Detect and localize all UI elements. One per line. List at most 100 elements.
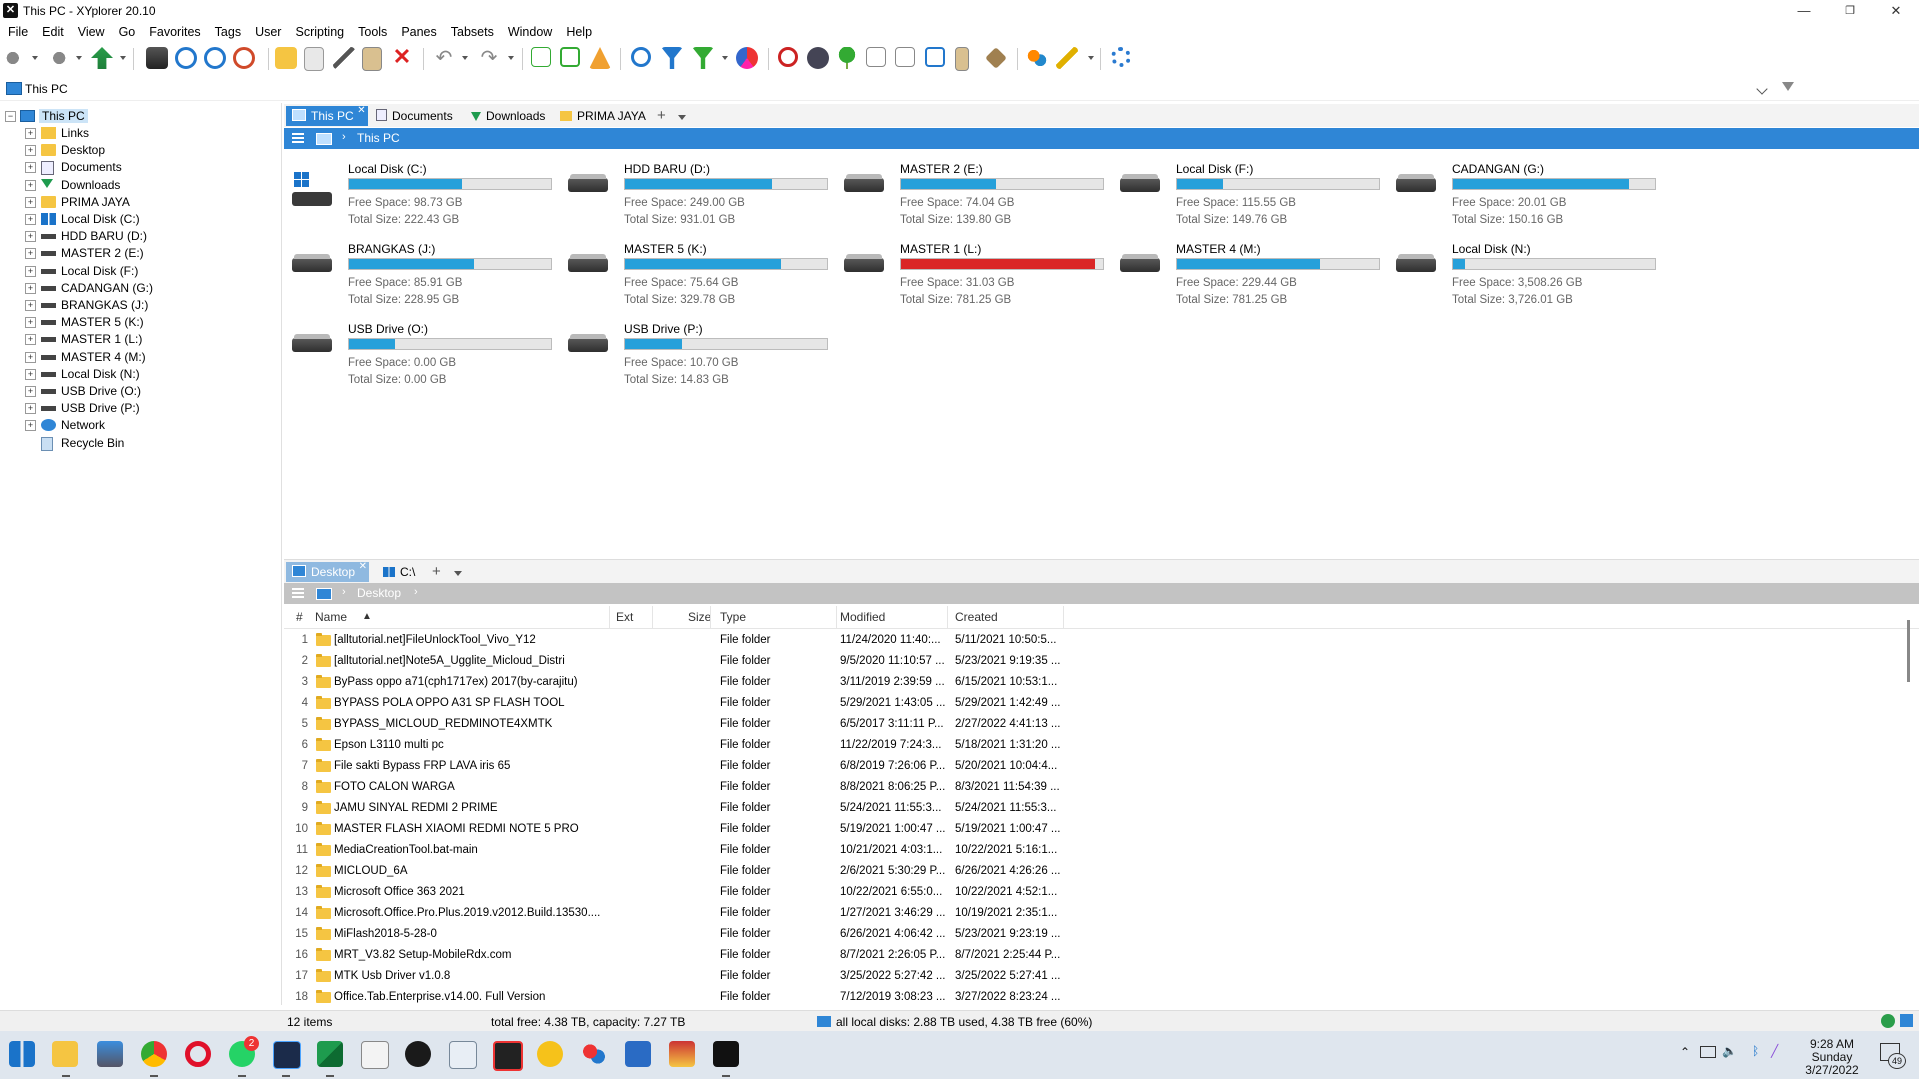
menu-tabsets[interactable]: Tabsets bbox=[443, 22, 500, 39]
network-app-icon[interactable] bbox=[97, 1041, 123, 1067]
table-row[interactable]: 12 MICLOUD_6A File folder 2/6/2021 5:30:29 … bbox=[284, 861, 1064, 882]
menu-tools[interactable]: Tools bbox=[350, 22, 393, 39]
expand-icon[interactable]: + bbox=[25, 386, 36, 397]
opera-icon[interactable] bbox=[185, 1041, 211, 1067]
notes-icon[interactable] bbox=[625, 1041, 651, 1067]
drive-tile[interactable]: HDD BARU (D:) Free Space: 249.00 GB Total … bbox=[560, 154, 830, 226]
expand-icon[interactable]: + bbox=[25, 351, 36, 363]
tab-desktop[interactable]: Desktop ✕ bbox=[286, 561, 370, 582]
address-bar[interactable]: This PC bbox=[0, 78, 1919, 101]
tab-list-dropdown-icon[interactable] bbox=[678, 115, 686, 120]
expand-icon[interactable]: + bbox=[25, 231, 36, 243]
expand-icon[interactable]: + bbox=[25, 282, 36, 294]
search-icon[interactable] bbox=[631, 47, 651, 67]
undo-icon[interactable]: ↶ bbox=[433, 47, 455, 69]
file-explorer-icon[interactable] bbox=[52, 1041, 78, 1067]
chrome-icon[interactable] bbox=[141, 1041, 167, 1067]
brush-icon[interactable] bbox=[1056, 47, 1078, 69]
expand-icon[interactable]: + bbox=[25, 179, 36, 191]
menu-edit[interactable]: Edit bbox=[34, 22, 70, 39]
col-type[interactable]: Type bbox=[720, 610, 746, 624]
table-row[interactable]: 15 MiFlash2018-5-28-0 File folder 6/26/2021… bbox=[284, 924, 1064, 945]
pen-icon[interactable]: ╱ bbox=[1771, 1044, 1778, 1058]
drive-tile[interactable]: Local Disk (C:) Free Space: 98.73 GB Total… bbox=[284, 154, 554, 226]
col-number[interactable]: # bbox=[296, 610, 303, 624]
cut-icon[interactable] bbox=[333, 47, 355, 69]
dual-pane-icon[interactable] bbox=[925, 47, 945, 67]
refresh-icon[interactable] bbox=[233, 47, 255, 69]
table-row[interactable]: 1 [alltutorial.net]FileUnlockTool_Vivo_Y1… bbox=[284, 630, 1064, 651]
visual-filter-icon[interactable] bbox=[692, 47, 714, 69]
bullseye-icon[interactable] bbox=[778, 47, 798, 67]
table-row[interactable]: 18 Office.Tab.Enterprise.v14.00. Full Ver… bbox=[284, 987, 1064, 1004]
menu-help[interactable]: Help bbox=[558, 22, 598, 39]
info-panel-icon[interactable] bbox=[955, 47, 969, 71]
table-row[interactable]: 8 FOTO CALON WARGA File folder 8/8/2021 8:0… bbox=[284, 777, 1064, 798]
expand-icon[interactable]: + bbox=[25, 128, 36, 139]
tree-toggle-icon[interactable] bbox=[531, 47, 551, 67]
table-row[interactable]: 16 MRT_V3.82 Setup-MobileRdx.com File fold… bbox=[284, 945, 1064, 966]
table-row[interactable]: 5 BYPASS_MICLOUD_REDMINOTE4XMTK File folde… bbox=[284, 714, 1064, 735]
color-icon[interactable] bbox=[1026, 47, 1048, 69]
chevron-right-icon[interactable]: › bbox=[342, 586, 346, 598]
menu-tags[interactable]: Tags bbox=[207, 22, 247, 39]
tab-prima-jaya[interactable]: PRIMA JAYA bbox=[560, 106, 646, 126]
chevron-right-icon[interactable]: › bbox=[414, 586, 418, 598]
drive-tile[interactable]: Local Disk (N:) Free Space: 3,508.26 GB To… bbox=[1388, 234, 1658, 306]
winrar-icon[interactable] bbox=[669, 1041, 695, 1067]
details-view-icon[interactable] bbox=[895, 47, 915, 67]
drive-tile[interactable]: USB Drive (O:) Free Space: 0.00 GB Total S… bbox=[284, 314, 554, 386]
maximize-button[interactable]: ❐ bbox=[1827, 0, 1873, 22]
delete-icon[interactable]: ✕ bbox=[391, 46, 413, 69]
volume-icon[interactable]: 🔈 bbox=[1722, 1044, 1737, 1058]
menu-panes[interactable]: Panes bbox=[393, 22, 442, 39]
tab-close-icon[interactable]: ✕ bbox=[357, 101, 365, 121]
menu-favorites[interactable]: Favorites bbox=[141, 22, 206, 39]
clock-day[interactable]: Sunday bbox=[1796, 1050, 1868, 1064]
grid-icon[interactable] bbox=[866, 47, 886, 67]
collapse-icon[interactable]: − bbox=[5, 111, 16, 122]
monitor-app-icon[interactable] bbox=[449, 1041, 477, 1069]
table-row[interactable]: 11 MediaCreationTool.bat-main File folder 1… bbox=[284, 840, 1064, 861]
target-icon[interactable] bbox=[175, 47, 197, 69]
expand-icon[interactable]: + bbox=[25, 403, 36, 415]
col-ext[interactable]: Ext bbox=[616, 610, 633, 624]
menu-view[interactable]: View bbox=[70, 22, 111, 39]
address-path[interactable]: This PC bbox=[25, 82, 68, 96]
clock-time[interactable]: 9:28 AM bbox=[1796, 1037, 1868, 1051]
forward-icon[interactable] bbox=[46, 47, 68, 69]
find-icon[interactable] bbox=[204, 47, 226, 69]
drive-tile[interactable]: USB Drive (P:) Free Space: 10.70 GB Total … bbox=[560, 314, 830, 386]
expand-icon[interactable]: + bbox=[25, 334, 36, 346]
photoshop-icon[interactable] bbox=[273, 1041, 301, 1069]
winrar-w-icon[interactable] bbox=[537, 1041, 563, 1067]
tree-item[interactable]: Recycle Bin bbox=[0, 433, 280, 454]
col-name[interactable]: Name bbox=[315, 610, 347, 624]
drive-tile[interactable]: MASTER 4 (M:) Free Space: 229.44 GB Total … bbox=[1112, 234, 1382, 306]
menu-user[interactable]: User bbox=[247, 22, 287, 39]
expand-icon[interactable]: + bbox=[25, 368, 36, 380]
col-size[interactable]: Size bbox=[688, 610, 711, 624]
chevron-right-icon[interactable]: › bbox=[342, 131, 346, 143]
back-icon[interactable] bbox=[4, 47, 26, 69]
expand-icon[interactable]: + bbox=[25, 265, 36, 277]
start-windows-icon[interactable] bbox=[9, 1041, 35, 1067]
copy-icon[interactable] bbox=[304, 47, 324, 71]
crumb-desktop[interactable]: Desktop bbox=[357, 586, 401, 600]
expand-icon[interactable]: + bbox=[25, 248, 36, 260]
settings-gear-icon[interactable] bbox=[1111, 47, 1131, 67]
table-row[interactable]: 14 Microsoft.Office.Pro.Plus.2019.v2012.B… bbox=[284, 903, 1064, 924]
checkbox-icon[interactable] bbox=[560, 47, 580, 67]
expand-icon[interactable]: + bbox=[25, 162, 36, 174]
col-modified[interactable]: Modified bbox=[840, 610, 885, 624]
drive-tile[interactable]: BRANGKAS (J:) Free Space: 85.91 GB Total S… bbox=[284, 234, 554, 306]
drive-tile[interactable]: Local Disk (F:) Free Space: 115.55 GB Tota… bbox=[1112, 154, 1382, 226]
new-tab-icon[interactable]: + bbox=[657, 106, 666, 126]
redo-icon[interactable]: ↷ bbox=[478, 47, 500, 69]
dark-mode-icon[interactable] bbox=[807, 47, 829, 69]
table-row[interactable]: 9 JAMU SINYAL REDMI 2 PRIME File folder 5/2… bbox=[284, 798, 1064, 819]
up-icon[interactable] bbox=[91, 47, 113, 69]
hamburger-menu-icon[interactable] bbox=[292, 133, 304, 143]
table-row[interactable]: 7 File sakti Bypass FRP LAVA iris 65 File … bbox=[284, 756, 1064, 777]
expand-icon[interactable]: + bbox=[25, 145, 36, 157]
